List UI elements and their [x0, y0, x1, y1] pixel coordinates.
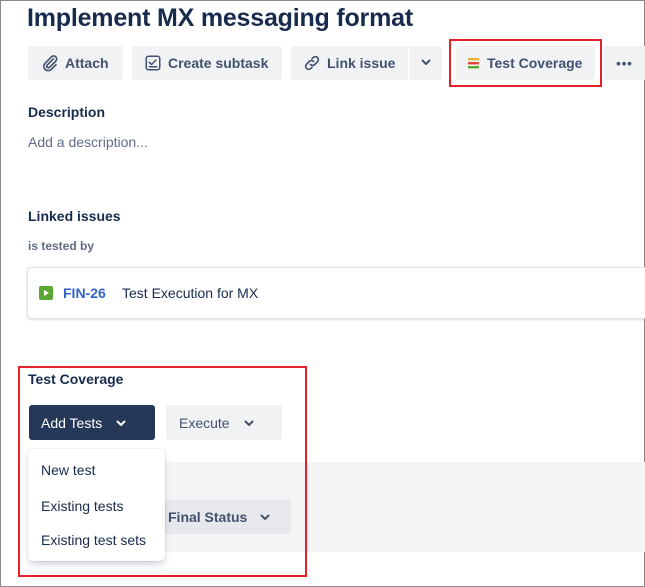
test-execution-icon — [39, 286, 53, 300]
link-relation-label: is tested by — [28, 239, 95, 253]
more-actions-button[interactable]: ••• — [604, 46, 645, 80]
chevron-down-icon — [420, 55, 432, 71]
highlight-box-test-coverage-button — [449, 39, 602, 87]
link-issue-button[interactable]: Link issue — [291, 46, 408, 80]
attach-label: Attach — [65, 55, 109, 71]
highlight-box-test-coverage-section — [18, 366, 307, 577]
linked-issues-heading: Linked issues — [28, 208, 121, 224]
subtask-icon — [144, 54, 162, 72]
paperclip-icon — [41, 54, 59, 72]
description-heading: Description — [28, 104, 106, 120]
attach-button[interactable]: Attach — [28, 46, 123, 80]
link-issue-dropdown-button[interactable] — [409, 46, 442, 80]
linked-issue-card[interactable]: FIN-26 Test Execution for MX — [27, 267, 645, 319]
create-subtask-button[interactable]: Create subtask — [132, 46, 282, 80]
more-icon: ••• — [616, 55, 633, 71]
link-icon — [303, 54, 321, 72]
linked-issue-key[interactable]: FIN-26 — [63, 285, 106, 301]
linked-issue-summary[interactable]: Test Execution for MX — [122, 285, 258, 301]
page-title: Implement MX messaging format — [27, 4, 413, 32]
description-input[interactable]: Add a description... — [28, 134, 148, 150]
link-issue-label: Link issue — [327, 55, 396, 71]
create-subtask-label: Create subtask — [168, 55, 269, 71]
